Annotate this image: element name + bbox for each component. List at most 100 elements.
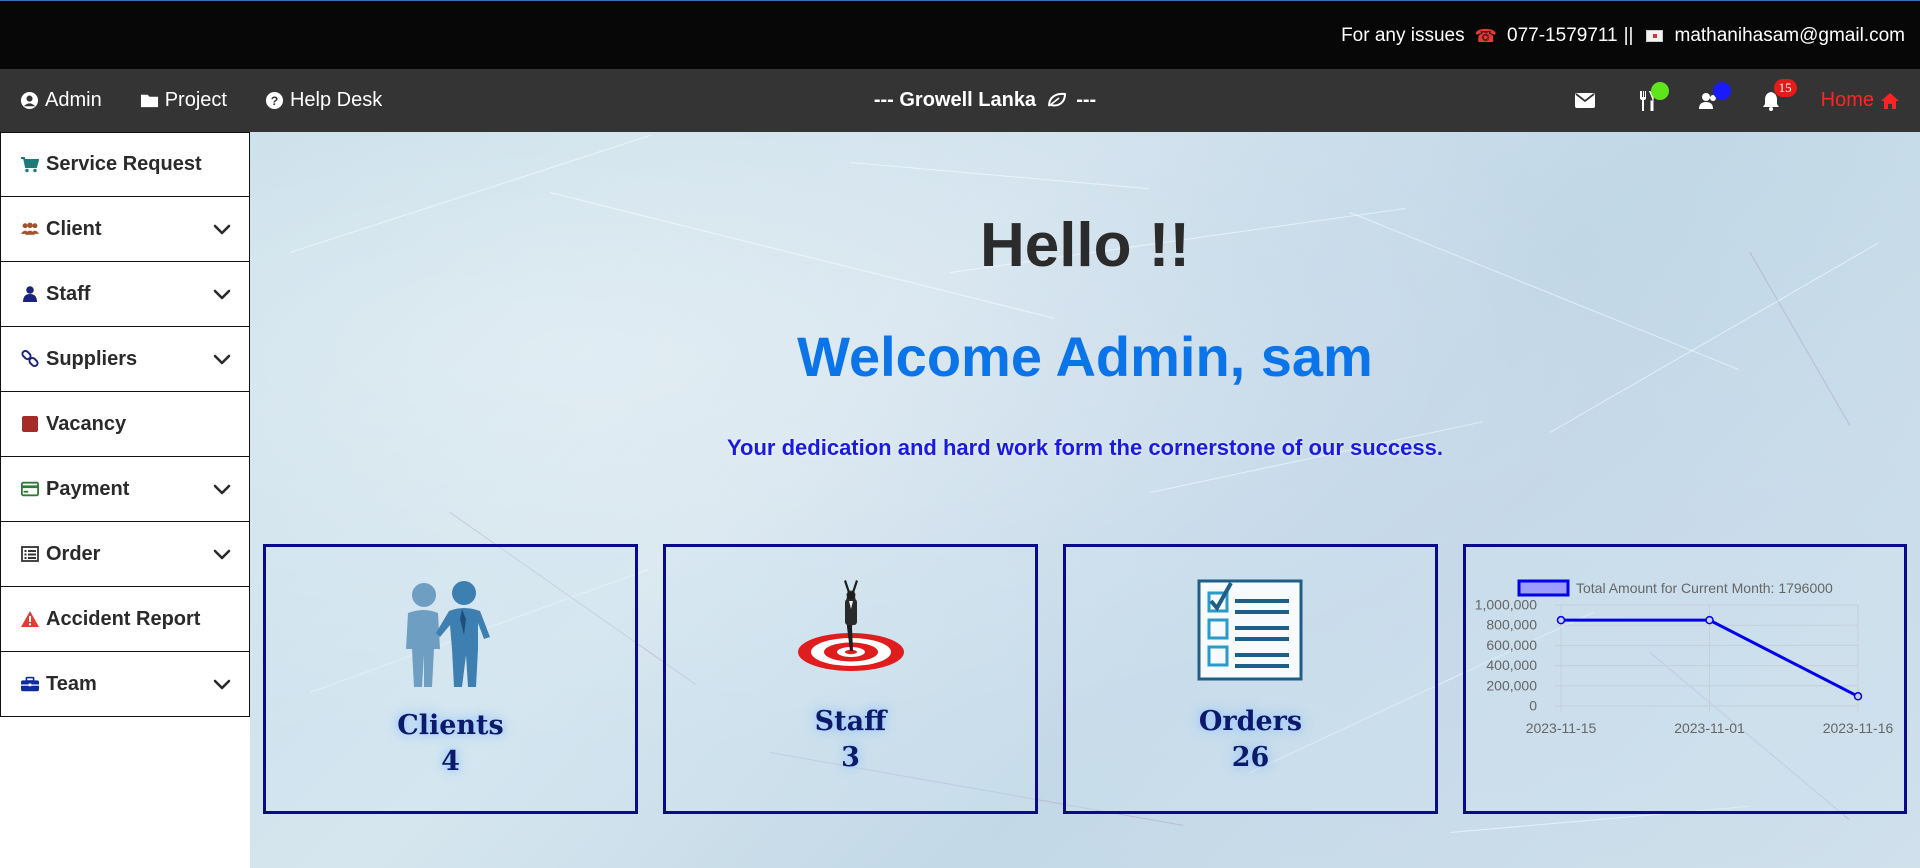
status-dot bbox=[1650, 81, 1669, 100]
chevron-down-icon[interactable] bbox=[213, 220, 231, 238]
square-icon bbox=[21, 415, 39, 433]
sidebar-item-label: Service Request bbox=[46, 153, 202, 175]
leaf-icon bbox=[1047, 92, 1066, 107]
phone-icon: ☎ bbox=[1474, 25, 1498, 46]
question-circle-icon: ? bbox=[265, 91, 284, 110]
sidebar-item-label: Staff bbox=[46, 282, 91, 305]
sidebar-item-label: Order bbox=[46, 542, 101, 565]
x-tick-label: 2023-11-01 bbox=[1674, 720, 1745, 736]
legend-label: Total Amount for Current Month: 1796000 bbox=[1576, 580, 1833, 596]
nav-right-icons: 15 Home bbox=[1573, 69, 1900, 132]
svg-text:?: ? bbox=[271, 94, 279, 108]
site-title: --- Growell Lanka --- bbox=[874, 89, 1096, 112]
marble-vein bbox=[849, 162, 1149, 190]
tagline: Your dedication and hard work form the c… bbox=[727, 435, 1443, 460]
sidebar-item-team[interactable]: Team bbox=[0, 652, 250, 717]
notification-badge: 15 bbox=[1773, 78, 1797, 97]
orders-count: 26 bbox=[1231, 742, 1270, 773]
issues-text: For any issues bbox=[1341, 25, 1465, 46]
staff-count: 3 bbox=[841, 742, 860, 773]
y-tick-label: 800,000 bbox=[1486, 617, 1537, 633]
sidebar-item-suppliers[interactable]: Suppliers bbox=[0, 327, 250, 392]
sidebar-item-label: Suppliers bbox=[46, 347, 138, 370]
sidebar-item-label: Team bbox=[46, 672, 97, 695]
monthly-amount-chart-card: 0 200,000 400,000 600,000 800,000 1,000,000 20… bbox=[1463, 544, 1907, 814]
clients-card[interactable]: Clients 4 bbox=[263, 544, 638, 814]
notifications-button[interactable]: 15 bbox=[1759, 78, 1797, 113]
sidebar-item-vacancy[interactable]: Vacancy bbox=[0, 392, 250, 457]
hello-heading: Hello !! bbox=[979, 211, 1191, 280]
sidebar-item-staff[interactable]: Staff bbox=[0, 262, 250, 327]
checklist-icon bbox=[1197, 579, 1303, 681]
data-point bbox=[1556, 615, 1566, 625]
warning-icon bbox=[21, 610, 39, 628]
top-contact-bar: For any issues ☎ 077-1579711 || mathanih… bbox=[0, 0, 1920, 69]
email-link[interactable]: mathanihasam@gmail.com bbox=[1675, 25, 1906, 47]
target-person-icon bbox=[798, 580, 904, 671]
orders-label: Orders bbox=[1198, 706, 1303, 737]
nav-admin[interactable]: Admin bbox=[20, 89, 102, 112]
data-point bbox=[1853, 692, 1863, 701]
welcome-heading: Welcome Admin, sam bbox=[797, 325, 1373, 388]
chevron-down-icon[interactable] bbox=[213, 285, 231, 303]
nav-help-desk-label: Help Desk bbox=[289, 89, 383, 111]
chevron-down-icon[interactable] bbox=[213, 480, 231, 498]
clients-label: Clients bbox=[397, 710, 504, 741]
chevron-down-icon[interactable] bbox=[213, 675, 231, 693]
data-point bbox=[1705, 615, 1714, 625]
food-orders-button[interactable] bbox=[1635, 81, 1669, 113]
sidebar: Service Request Client Staff Suppliers Vacan… bbox=[0, 132, 250, 717]
staff-card[interactable]: Staff 3 bbox=[663, 544, 1038, 814]
line-chart: 0 200,000 400,000 600,000 800,000 1,000,000 20… bbox=[1475, 579, 1894, 736]
briefcase-icon bbox=[21, 675, 39, 693]
phone-number[interactable]: 077-1579711 bbox=[1507, 25, 1618, 47]
y-tick-label: 1,000,000 bbox=[1475, 597, 1537, 613]
separator: || bbox=[1623, 25, 1634, 46]
nav-project-label: Project bbox=[164, 89, 227, 111]
orders-card[interactable]: Orders 26 bbox=[1063, 544, 1438, 814]
sidebar-item-order[interactable]: Order bbox=[0, 522, 250, 587]
list-alt-icon bbox=[21, 545, 39, 563]
site-title-text: --- Growell Lanka bbox=[873, 89, 1037, 111]
users-icon bbox=[21, 220, 39, 238]
legend-swatch bbox=[1517, 579, 1570, 597]
chevron-down-icon[interactable] bbox=[213, 545, 231, 563]
nav-admin-label: Admin bbox=[45, 89, 102, 111]
messages-button[interactable] bbox=[1573, 89, 1597, 113]
link-icon bbox=[21, 350, 39, 368]
y-tick-label: 0 bbox=[1529, 698, 1537, 714]
y-tick-label: 600,000 bbox=[1486, 637, 1537, 653]
staff-label: Staff bbox=[814, 706, 887, 737]
y-tick-label: 200,000 bbox=[1486, 677, 1537, 693]
home-label: Home bbox=[1820, 89, 1874, 111]
home-link[interactable]: Home bbox=[1821, 89, 1900, 112]
user-circle-icon bbox=[20, 91, 39, 110]
status-dot bbox=[1712, 81, 1731, 100]
sidebar-item-accident-report[interactable]: Accident Report bbox=[0, 587, 250, 652]
sidebar-item-service-request[interactable]: Service Request bbox=[0, 132, 250, 197]
sidebar-item-payment[interactable]: Payment bbox=[0, 457, 250, 522]
clients-count: 4 bbox=[441, 746, 460, 777]
chevron-down-icon[interactable] bbox=[213, 350, 231, 368]
credit-card-icon bbox=[21, 480, 39, 498]
folder-icon bbox=[140, 94, 158, 108]
y-tick-label: 400,000 bbox=[1486, 657, 1537, 673]
sidebar-item-label: Payment bbox=[46, 477, 130, 500]
cart-icon bbox=[21, 156, 39, 174]
sidebar-item-label: Accident Report bbox=[46, 607, 201, 630]
sidebar-item-label: Vacancy bbox=[46, 412, 127, 435]
home-icon bbox=[1881, 92, 1899, 109]
site-title-suffix: --- bbox=[1076, 89, 1097, 111]
sidebar-item-label: Client bbox=[46, 217, 102, 240]
user-icon bbox=[21, 285, 39, 303]
nav-help-desk[interactable]: ? Help Desk bbox=[265, 89, 382, 112]
nav-left-menu: Admin Project ? Help Desk bbox=[20, 69, 382, 132]
envelope-icon bbox=[1645, 30, 1663, 42]
nav-project[interactable]: Project bbox=[140, 89, 227, 112]
contact-info: For any issues ☎ 077-1579711 || mathanih… bbox=[1341, 25, 1905, 47]
handshake-people-icon bbox=[406, 581, 490, 687]
x-tick-label: 2023-11-16 bbox=[1823, 720, 1894, 736]
sidebar-item-client[interactable]: Client bbox=[0, 197, 250, 262]
dashboard-main: Hello !! Welcome Admin, sam Your dedicat… bbox=[250, 132, 1920, 868]
users-button[interactable] bbox=[1697, 81, 1731, 113]
